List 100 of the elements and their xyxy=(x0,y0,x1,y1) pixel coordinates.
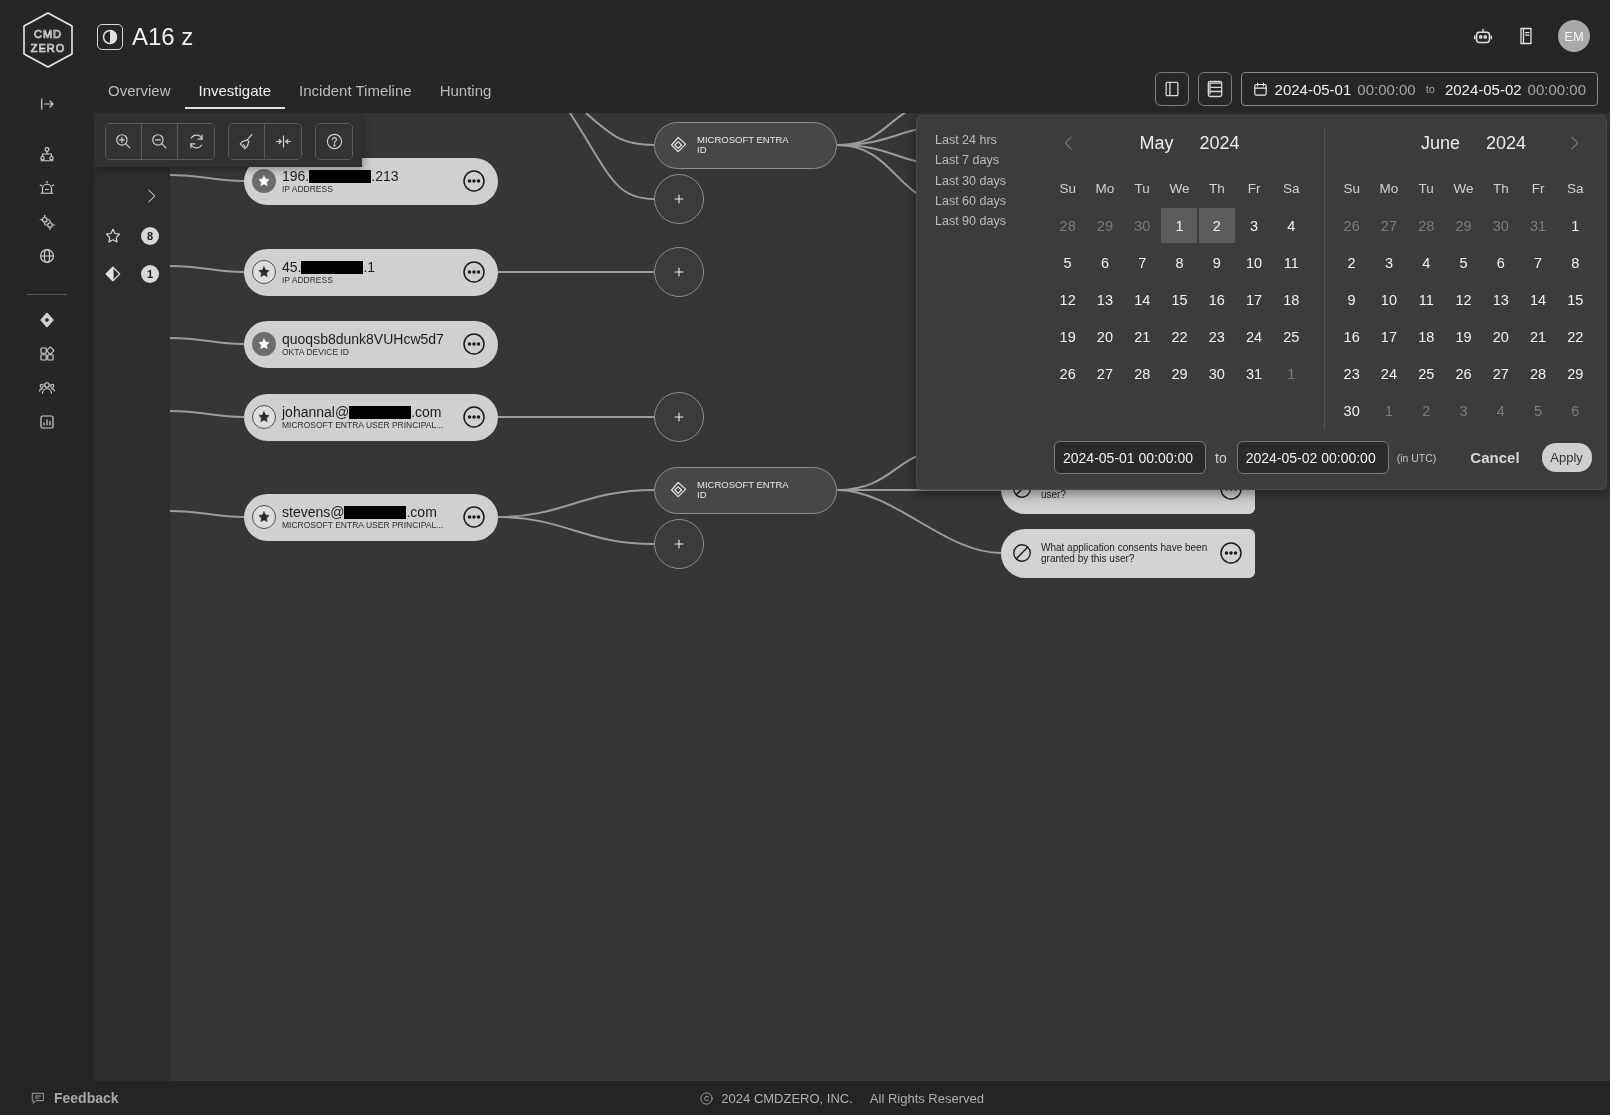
list-button[interactable] xyxy=(1197,72,1232,106)
calendar-day[interactable]: 12 xyxy=(1049,282,1086,317)
calendar-day[interactable]: 8 xyxy=(1161,245,1198,280)
entity-node[interactable]: johannal@ .com MICROSOFT ENTRA USER PRINCIPAL... xyxy=(244,393,498,441)
calendar-day[interactable]: 9 xyxy=(1198,245,1235,280)
entity-node[interactable]: quoqsb8dunk8VUHcw5d7 OKTA DEVICE ID xyxy=(244,320,498,368)
calendar-day[interactable]: 2 xyxy=(1198,208,1235,243)
star-badge[interactable] xyxy=(252,505,276,529)
month-label[interactable]: June xyxy=(1420,132,1460,154)
more-icon[interactable] xyxy=(1219,541,1243,565)
help-button[interactable] xyxy=(316,124,352,159)
star-badge[interactable] xyxy=(252,405,276,429)
calendar-day[interactable]: 27 xyxy=(1086,356,1123,391)
calendar-day[interactable]: 15 xyxy=(1161,282,1198,317)
calendar-day[interactable]: 24 xyxy=(1370,356,1407,391)
sidebar-toggle-icon[interactable] xyxy=(38,95,56,113)
star-filter-icon[interactable] xyxy=(104,227,122,245)
preset-option[interactable]: Last 24 hrs xyxy=(935,130,1049,151)
add-button[interactable] xyxy=(654,519,704,569)
integration-node[interactable]: MICROSOFT ENTRA ID xyxy=(654,466,837,514)
calendar-day[interactable]: 18 xyxy=(1408,319,1445,354)
calendar-day[interactable]: 7 xyxy=(1124,245,1161,280)
star-badge[interactable] xyxy=(252,169,276,193)
report-icon[interactable] xyxy=(38,413,56,431)
calendar-day[interactable]: 4 xyxy=(1408,245,1445,280)
calendar-day[interactable]: 26 xyxy=(1049,356,1086,391)
date-range-button[interactable]: 2024-05-01 00:00:00 to 2024-05-02 00:00:00 xyxy=(1240,72,1598,106)
year-label[interactable]: 2024 xyxy=(1486,132,1527,154)
calendar-day[interactable]: 7 xyxy=(1520,245,1557,280)
entity-node[interactable]: stevens@ .com MICROSOFT ENTRA USER PRINCIPAL... xyxy=(244,493,498,541)
calendar-day[interactable]: 10 xyxy=(1370,282,1407,317)
broom-button[interactable] xyxy=(229,124,265,159)
calendar-day[interactable]: 26 xyxy=(1445,356,1482,391)
entity-node[interactable]: 45. .1 IP ADDRESS xyxy=(244,248,498,296)
calendar-day[interactable]: 18 xyxy=(1273,282,1310,317)
apps-icon[interactable] xyxy=(38,345,56,363)
calendar-day[interactable]: 5 xyxy=(1049,245,1086,280)
globe-icon[interactable] xyxy=(38,247,56,265)
calendar-day[interactable]: 11 xyxy=(1273,245,1310,280)
calendar-day[interactable]: 16 xyxy=(1333,319,1370,354)
star-badge[interactable] xyxy=(252,332,276,356)
calendar-day[interactable]: 21 xyxy=(1520,319,1557,354)
calendar-day[interactable]: 29 xyxy=(1557,356,1594,391)
calendar-day[interactable]: 8 xyxy=(1557,245,1594,280)
siren-icon[interactable] xyxy=(38,179,56,197)
calendar-day[interactable]: 6 xyxy=(1086,245,1123,280)
calendar-day[interactable]: 16 xyxy=(1198,282,1235,317)
calendar-day[interactable]: 28 xyxy=(1124,356,1161,391)
calendar-day[interactable]: 2 xyxy=(1333,245,1370,280)
calendar-day[interactable]: 13 xyxy=(1086,282,1123,317)
calendar-day[interactable]: 13 xyxy=(1482,282,1519,317)
calendar-day[interactable]: 11 xyxy=(1408,282,1445,317)
entity-node[interactable]: 196. .213 IP ADDRESS xyxy=(244,157,498,205)
month-label[interactable]: May xyxy=(1139,132,1174,154)
more-icon[interactable] xyxy=(462,169,486,193)
calendar-day[interactable]: 17 xyxy=(1236,282,1273,317)
calendar-day[interactable]: 19 xyxy=(1049,319,1086,354)
end-date-field[interactable]: 2024-05-02 00:00:00 xyxy=(1236,441,1389,474)
preset-option[interactable]: Last 30 days xyxy=(935,170,1049,191)
calendar-day[interactable]: 24 xyxy=(1236,319,1273,354)
calendar-day[interactable]: 5 xyxy=(1445,245,1482,280)
calendar-day[interactable]: 30 xyxy=(1198,356,1235,391)
calendar-day[interactable]: 6 xyxy=(1482,245,1519,280)
apply-button[interactable]: Apply xyxy=(1541,443,1592,472)
cancel-button[interactable]: Cancel xyxy=(1470,449,1520,466)
people-icon[interactable] xyxy=(38,379,56,397)
add-button[interactable] xyxy=(654,392,704,442)
calendar-day[interactable]: 22 xyxy=(1161,319,1198,354)
calendar-day[interactable]: 19 xyxy=(1445,319,1482,354)
calendar-day[interactable]: 15 xyxy=(1557,282,1594,317)
calendar-day[interactable]: 20 xyxy=(1086,319,1123,354)
integration-node[interactable]: MICROSOFT ENTRA ID xyxy=(654,121,837,169)
calendar-day[interactable]: 4 xyxy=(1273,208,1310,243)
preset-option[interactable]: Last 60 days xyxy=(935,190,1049,212)
calendar-day[interactable]: 31 xyxy=(1236,356,1273,391)
gears-icon[interactable] xyxy=(38,213,56,231)
preset-option[interactable]: Last 7 days xyxy=(935,150,1049,171)
calendar-day[interactable]: 1 xyxy=(1557,208,1594,243)
calendar-day[interactable]: 23 xyxy=(1198,319,1235,354)
calendar-day[interactable]: 25 xyxy=(1273,319,1310,354)
feedback-button[interactable]: Feedback xyxy=(0,1089,125,1107)
calendar-day[interactable]: 21 xyxy=(1124,319,1161,354)
more-icon[interactable] xyxy=(462,332,486,356)
calendar-day[interactable]: 10 xyxy=(1236,245,1273,280)
calendar-day[interactable]: 28 xyxy=(1520,356,1557,391)
calendar-day[interactable]: 20 xyxy=(1482,319,1519,354)
tab[interactable]: Overview xyxy=(94,73,185,109)
zoom-in-button[interactable] xyxy=(106,124,142,159)
calendar-day[interactable]: 14 xyxy=(1520,282,1557,317)
calendar-day[interactable]: 25 xyxy=(1408,356,1445,391)
calendar-day[interactable]: 22 xyxy=(1557,319,1594,354)
add-button[interactable] xyxy=(654,174,704,224)
calendar-day[interactable]: 1 xyxy=(1161,208,1198,243)
more-icon[interactable] xyxy=(462,405,486,429)
calendar-day[interactable]: 30 xyxy=(1333,393,1370,428)
calendar-day[interactable]: 17 xyxy=(1370,319,1407,354)
panel-button[interactable] xyxy=(1154,72,1189,106)
calendar-day[interactable]: 12 xyxy=(1445,282,1482,317)
question-node[interactable]: What application consents have been granted by this user? xyxy=(1001,528,1255,578)
calendar-day[interactable]: 27 xyxy=(1482,356,1519,391)
